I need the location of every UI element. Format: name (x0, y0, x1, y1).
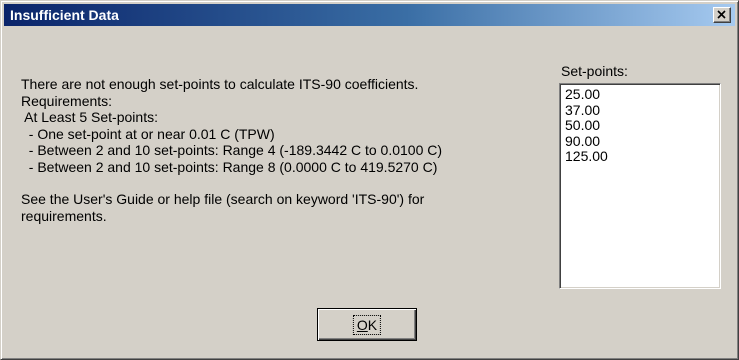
ok-button[interactable]: OK (317, 308, 417, 341)
message-line: There are not enough set-points to calcu… (21, 76, 419, 92)
ok-button-label: OK (352, 314, 382, 335)
message-footer-line: See the User's Guide or help file (searc… (21, 191, 425, 207)
title-bar[interactable]: Insufficient Data (4, 4, 735, 26)
message-line: - Between 2 and 10 set-points: Range 4 (… (21, 142, 443, 158)
message-text: There are not enough set-points to calcu… (21, 76, 541, 224)
list-item[interactable]: 125.00 (561, 148, 719, 165)
list-item[interactable]: 50.00 (561, 117, 719, 134)
setpoints-list: 25.00 37.00 50.00 90.00 125.00 (561, 86, 719, 165)
ok-label-rest: K (367, 316, 378, 333)
close-button[interactable] (713, 7, 731, 23)
list-item[interactable]: 37.00 (561, 102, 719, 119)
message-line: - Between 2 and 10 set-points: Range 8 (… (21, 158, 438, 175)
list-item[interactable]: 90.00 (561, 133, 719, 150)
message-line: - One set-point at or near 0.01 C (TPW) (21, 125, 275, 142)
dialog-window: Insufficient Data There are not enough s… (0, 0, 739, 360)
dialog-title: Insufficient Data (10, 7, 119, 23)
close-icon (717, 10, 726, 19)
list-item[interactable]: 25.00 (561, 86, 719, 103)
setpoints-listbox[interactable]: 25.00 37.00 50.00 90.00 125.00 (559, 83, 721, 289)
message-footer-line: requirements. (21, 207, 107, 224)
message-line: At Least 5 Set-points: (21, 109, 158, 125)
message-spacer (21, 175, 541, 191)
setpoints-label: Set-points: (561, 63, 628, 79)
ok-accelerator: O (356, 316, 368, 333)
message-line: Requirements: (21, 92, 113, 109)
